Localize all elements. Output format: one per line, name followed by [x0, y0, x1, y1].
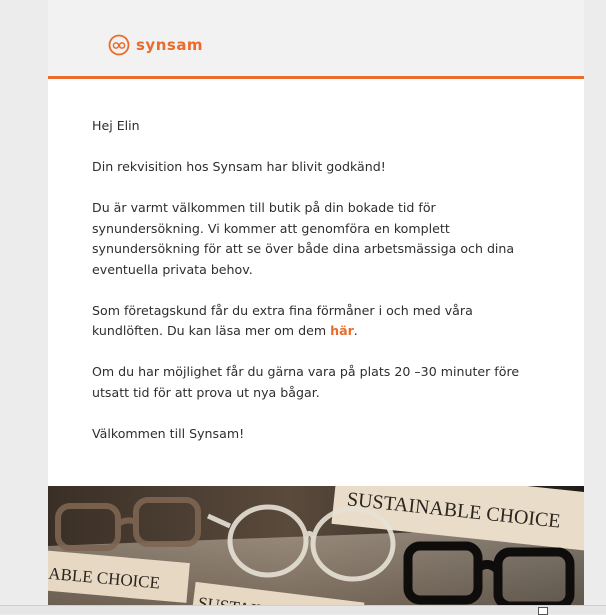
email-body: Hej Elin Din rekvisition hos Synsam har …	[92, 116, 538, 465]
paragraph-benefits: Som företagskund får du extra fina förmå…	[92, 301, 538, 342]
paragraph-signoff: Välkommen till Synsam!	[92, 425, 245, 441]
greeting: Hej Elin	[92, 118, 140, 133]
paragraph-welcome: Du är varmt välkommen till butik på din …	[92, 200, 515, 277]
paragraph-arrival: Om du har möjlighet får du gärna vara på…	[92, 364, 520, 400]
brand-name: synsam	[136, 36, 204, 54]
email-content: synsam Hej Elin Din rekvisition hos Syns…	[48, 0, 584, 613]
paragraph-approved: Din rekvisition hos Synsam har blivit go…	[92, 159, 386, 174]
benefits-end: .	[353, 323, 358, 338]
benefits-text: Som företagskund får du extra fina förmå…	[92, 302, 473, 339]
benefits-link[interactable]: här	[330, 323, 354, 338]
synsam-logo[interactable]: synsam	[108, 30, 203, 60]
checkbox-icon[interactable]	[538, 607, 548, 615]
email-header: synsam	[48, 0, 584, 79]
eyewear-banner-image: SUSTAINABLE CHOICE ABLE CHOICE SUSTAIN	[48, 486, 584, 613]
synsam-glasses-logo-icon	[108, 34, 130, 56]
